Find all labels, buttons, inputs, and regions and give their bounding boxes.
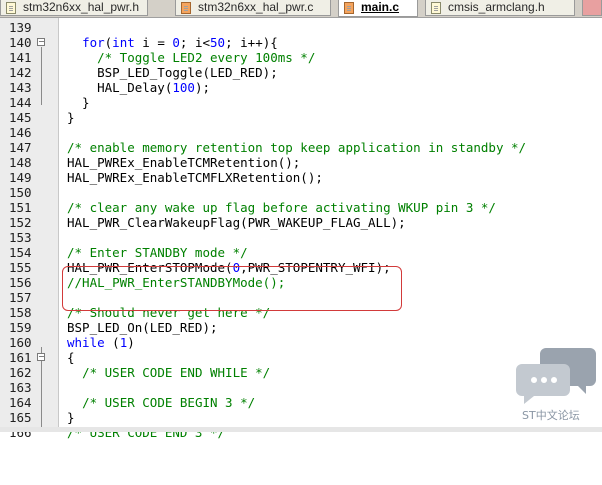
line-number: 148 xyxy=(9,155,32,170)
fold-collapse-icon[interactable]: − xyxy=(37,353,45,361)
line-number: 142 xyxy=(9,65,32,80)
code-text: } xyxy=(67,95,90,110)
code-line: 152 HAL_PWR_ClearWakeupFlag(PWR_WAKEUP_F… xyxy=(0,215,602,230)
code-text: /* enable memory retention top keep appl… xyxy=(67,140,527,155)
code-line: 143 HAL_Delay(100); xyxy=(0,80,602,95)
source-file-icon xyxy=(344,2,354,14)
code-text: BSP_LED_On(LED_RED); xyxy=(67,320,218,335)
tab-label: cmsis_armclang.h xyxy=(448,0,545,14)
editor-tab-bar: stm32n6xx_hal_pwr.h stm32n6xx_hal_pwr.c … xyxy=(0,0,602,18)
line-number: 141 xyxy=(9,50,32,65)
line-number: 156 xyxy=(9,275,32,290)
code-line: 163 xyxy=(0,380,602,395)
code-line: 139 xyxy=(0,20,602,35)
tab-cmsis-armclang-h[interactable]: cmsis_armclang.h xyxy=(425,0,575,16)
line-number: 152 xyxy=(9,215,32,230)
code-line: 164 /* USER CODE BEGIN 3 */ xyxy=(0,395,602,410)
fold-collapse-icon[interactable]: − xyxy=(37,38,45,46)
header-file-icon xyxy=(6,2,16,14)
code-line: 165 } xyxy=(0,410,602,425)
code-text: /* Toggle LED2 every 100ms */ xyxy=(97,50,316,65)
tab-stm32n6xx-hal-pwr-c[interactable]: stm32n6xx_hal_pwr.c xyxy=(175,0,331,16)
line-number: 155 xyxy=(9,260,32,275)
code-text: /* clear any wake up flag before activat… xyxy=(67,200,496,215)
code-line: 148 HAL_PWREx_EnableTCMRetention(); xyxy=(0,155,602,170)
tab-overflow[interactable] xyxy=(582,0,602,16)
line-number: 140 xyxy=(9,35,32,50)
code-text: BSP_LED_Toggle(LED_RED); xyxy=(67,65,278,80)
code-line: 153 xyxy=(0,230,602,245)
line-number: 160 xyxy=(9,335,32,350)
horizontal-scrollbar[interactable] xyxy=(0,427,602,432)
tab-main-c[interactable]: main.c xyxy=(338,0,418,17)
code-line: 149 HAL_PWREx_EnableTCMFLXRetention(); xyxy=(0,170,602,185)
code-text: { xyxy=(67,350,75,365)
code-line: 154 /* Enter STANDBY mode */ xyxy=(0,245,602,260)
code-line: 161 − { xyxy=(0,350,602,365)
line-number: 154 xyxy=(9,245,32,260)
code-text: HAL_PWREx_EnableTCMFLXRetention(); xyxy=(67,170,323,185)
line-number: 157 xyxy=(9,290,32,305)
code-editor[interactable]: 139 140 − for(int i = 0; i<50; i++){ 141… xyxy=(0,18,602,440)
code-text: HAL_PWR_ClearWakeupFlag(PWR_WAKEUP_FLAG_… xyxy=(67,215,406,230)
code-text: HAL_PWREx_EnableTCMRetention(); xyxy=(67,155,301,170)
line-number: 145 xyxy=(9,110,32,125)
line-number: 153 xyxy=(9,230,32,245)
line-number: 165 xyxy=(9,410,32,425)
chat-bubbles-icon xyxy=(516,348,596,404)
code-text: for(int i = 0; i<50; i++){ xyxy=(82,35,278,50)
code-line: 140 − for(int i = 0; i<50; i++){ xyxy=(0,35,602,50)
watermark-text: ST中文论坛 xyxy=(522,409,580,422)
source-file-icon xyxy=(181,2,191,14)
code-text: HAL_Delay(100); xyxy=(67,80,210,95)
code-text: } xyxy=(67,110,75,125)
line-number: 163 xyxy=(9,380,32,395)
header-file-icon xyxy=(431,2,441,14)
line-number: 151 xyxy=(9,200,32,215)
tab-label: stm32n6xx_hal_pwr.h xyxy=(23,0,140,14)
forum-watermark: ST中文论坛 xyxy=(516,344,596,428)
line-number: 143 xyxy=(9,80,32,95)
line-number: 161 xyxy=(9,350,32,365)
code-text: } xyxy=(67,410,75,425)
line-number: 162 xyxy=(9,365,32,380)
code-line: 162 /* USER CODE END WHILE */ xyxy=(0,365,602,380)
line-number: 144 xyxy=(9,95,32,110)
tab-label: main.c xyxy=(361,0,400,14)
code-text: /* Enter STANDBY mode */ xyxy=(67,245,248,260)
line-number: 146 xyxy=(9,125,32,140)
code-text: /* USER CODE END WHILE */ xyxy=(82,365,271,380)
tab-stm32n6xx-hal-pwr-h[interactable]: stm32n6xx_hal_pwr.h xyxy=(0,0,148,16)
line-number: 164 xyxy=(9,395,32,410)
code-line: 159 BSP_LED_On(LED_RED); xyxy=(0,320,602,335)
line-number: 149 xyxy=(9,170,32,185)
code-line: 147 /* enable memory retention top keep … xyxy=(0,140,602,155)
code-line: 145 } xyxy=(0,110,602,125)
code-text: /* USER CODE BEGIN 3 */ xyxy=(82,395,256,410)
highlight-annotation-box xyxy=(62,266,402,311)
line-number: 158 xyxy=(9,305,32,320)
line-number: 159 xyxy=(9,320,32,335)
tab-label: stm32n6xx_hal_pwr.c xyxy=(198,0,314,14)
code-line: 144 } xyxy=(0,95,602,110)
code-line: 160 while (1) xyxy=(0,335,602,350)
line-number: 150 xyxy=(9,185,32,200)
code-line: 151 /* clear any wake up flag before act… xyxy=(0,200,602,215)
line-number: 147 xyxy=(9,140,32,155)
code-text: while (1) xyxy=(67,335,135,350)
code-line: 141 /* Toggle LED2 every 100ms */ xyxy=(0,50,602,65)
code-line: 142 BSP_LED_Toggle(LED_RED); xyxy=(0,65,602,80)
code-line: 150 xyxy=(0,185,602,200)
code-line: 146 xyxy=(0,125,602,140)
line-number: 139 xyxy=(9,20,32,35)
